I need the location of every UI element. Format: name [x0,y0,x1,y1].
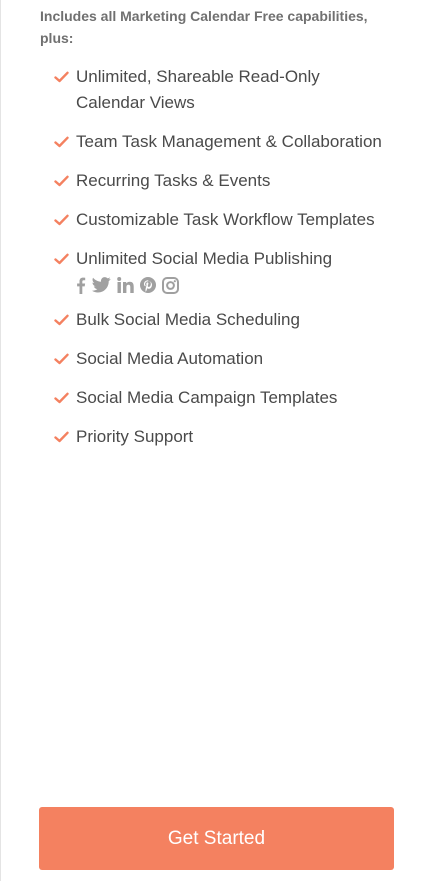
check-icon [54,253,69,265]
linkedin-icon [117,277,134,293]
pinterest-icon [140,277,156,293]
facebook-icon [77,277,86,294]
feature-label: Team Task Management & Collaboration [76,132,382,151]
feature-label: Unlimited, Shareable Read-Only Calendar … [76,67,320,112]
feature-item: Unlimited Social Media Publishing [54,246,384,295]
social-network-icons [76,275,384,295]
check-icon [54,353,69,365]
feature-item: Customizable Task Workflow Templates [54,207,384,233]
instagram-icon [162,276,179,294]
feature-item: Recurring Tasks & Events [54,168,384,194]
feature-label: Social Media Automation [76,349,264,368]
check-icon [54,214,69,226]
feature-label: Social Media Campaign Templates [76,388,338,407]
get-started-button[interactable]: Get Started [39,807,394,870]
feature-label: Priority Support [76,427,194,446]
check-icon [54,136,69,148]
feature-item: Bulk Social Media Scheduling [54,307,384,333]
plan-intro-text: Includes all Marketing Calendar Free cap… [40,8,368,46]
check-icon [54,314,69,326]
check-icon [54,71,69,83]
feature-label: Recurring Tasks & Events [76,171,271,190]
check-icon [54,431,69,443]
feature-label: Bulk Social Media Scheduling [76,310,300,329]
feature-item: Team Task Management & Collaboration [54,129,384,155]
feature-list: Unlimited, Shareable Read-Only Calendar … [54,64,384,463]
feature-label: Customizable Task Workflow Templates [76,210,375,229]
feature-item: Social Media Automation [54,346,384,372]
left-border-divider [0,0,1,881]
feature-label: Unlimited Social Media Publishing [76,249,333,268]
feature-item: Priority Support [54,424,384,450]
check-icon [54,392,69,404]
feature-item: Unlimited, Shareable Read-Only Calendar … [54,64,384,116]
twitter-icon [92,277,111,293]
check-icon [54,175,69,187]
feature-item: Social Media Campaign Templates [54,385,384,411]
